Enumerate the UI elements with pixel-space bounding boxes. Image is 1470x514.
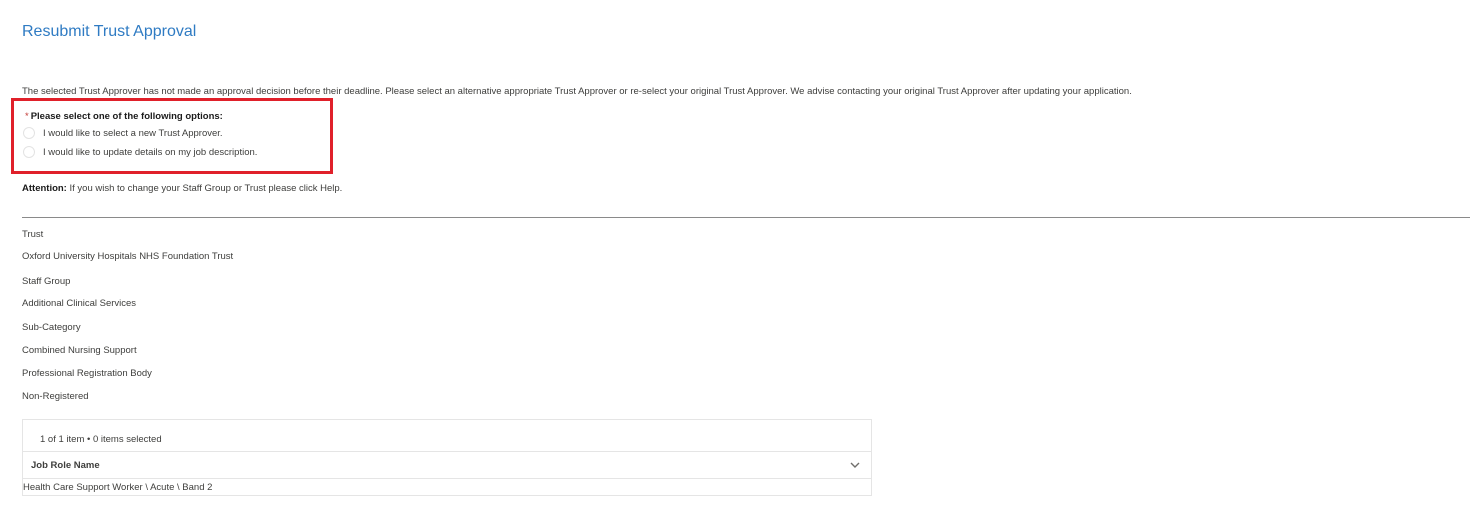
page: Resubmit Trust Approval The selected Tru… xyxy=(0,0,1470,514)
radio-new-approver[interactable] xyxy=(23,127,35,139)
option-update-job-description[interactable]: I would like to update details on my job… xyxy=(23,146,257,158)
option-new-approver-label: I would like to select a new Trust Appro… xyxy=(43,127,223,139)
table-item-count: 1 of 1 item • 0 items selected xyxy=(40,434,162,445)
sub-category-value: Combined Nursing Support xyxy=(22,345,137,356)
trust-value: Oxford University Hospitals NHS Foundati… xyxy=(22,251,234,262)
table-header-row: Job Role Name xyxy=(23,451,871,479)
option-update-job-description-label: I would like to update details on my job… xyxy=(43,146,258,158)
job-role-cell: Health Care Support Worker \ Acute \ Ban… xyxy=(23,482,213,493)
attention-text: If you wish to change your Staff Group o… xyxy=(69,183,343,194)
options-label: * Please select one of the following opti… xyxy=(25,111,223,122)
table-row: Health Care Support Worker \ Acute \ Ban… xyxy=(23,482,212,493)
options-label-text: Please select one of the following optio… xyxy=(30,111,223,122)
chevron-down-icon[interactable] xyxy=(849,459,861,471)
page-title: Resubmit Trust Approval xyxy=(22,23,197,40)
option-new-approver[interactable]: I would like to select a new Trust Appro… xyxy=(23,127,223,139)
attention-label: Attention: xyxy=(22,183,67,194)
sub-category-label: Sub-Category xyxy=(22,322,81,333)
column-header-job-role-name[interactable]: Job Role Name xyxy=(31,460,100,471)
staff-group-value: Additional Clinical Services xyxy=(22,298,137,309)
radio-update-job-description[interactable] xyxy=(23,146,35,158)
options-highlight-box: * Please select one of the following opti… xyxy=(11,98,333,174)
required-marker: * xyxy=(25,111,29,122)
registration-body-value: Non-Registered xyxy=(22,391,89,402)
job-role-table: 1 of 1 item • 0 items selected Job Role … xyxy=(22,419,872,496)
intro-text: The selected Trust Approver has not made… xyxy=(22,86,1132,97)
registration-body-label: Professional Registration Body xyxy=(22,368,152,379)
staff-group-label: Staff Group xyxy=(22,276,71,287)
attention-notice: Attention: If you wish to change your St… xyxy=(22,183,342,194)
trust-label: Trust xyxy=(22,229,44,240)
section-divider xyxy=(22,217,1470,218)
